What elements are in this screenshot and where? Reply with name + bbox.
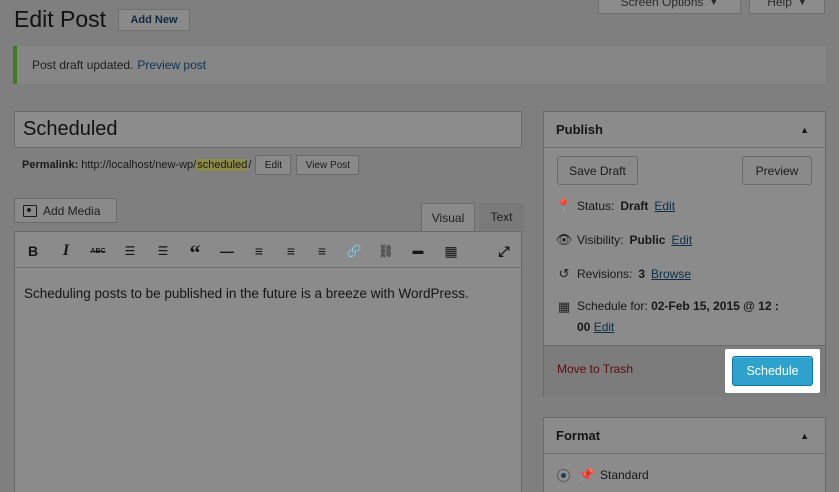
tab-visual[interactable]: Visual bbox=[421, 203, 475, 231]
visibility-value: Public bbox=[629, 233, 666, 247]
publish-box-title: Publish bbox=[556, 122, 603, 137]
screen-options-label: Screen Options bbox=[620, 0, 704, 9]
visibility-row: 👁 Visibility: Public Edit bbox=[555, 232, 692, 248]
notice-text: Post draft updated. bbox=[32, 58, 134, 72]
tab-text[interactable]: Text bbox=[479, 203, 524, 231]
edit-permalink-button[interactable]: Edit bbox=[255, 155, 292, 175]
schedule-label: Schedule for: bbox=[577, 299, 648, 313]
permalink-slug[interactable]: scheduled bbox=[196, 159, 249, 171]
numbered-list-icon[interactable]: ☰ bbox=[154, 242, 172, 260]
revisions-label: Revisions: bbox=[577, 267, 633, 281]
revisions-value: 3 bbox=[638, 267, 646, 281]
format-standard-option[interactable]: 📌 Standard bbox=[557, 467, 649, 483]
preview-button[interactable]: Preview bbox=[742, 156, 812, 185]
view-post-button[interactable]: View Post bbox=[296, 155, 360, 175]
update-notice: Post draft updated. Preview post bbox=[13, 46, 826, 84]
schedule-value-line2: 00 bbox=[577, 320, 591, 334]
strikethrough-icon[interactable]: ABC bbox=[89, 242, 107, 260]
screen-options-tab[interactable]: Screen Options ▼ bbox=[598, 0, 741, 14]
publish-box-header[interactable]: Publish ▲ bbox=[544, 112, 825, 148]
browse-revisions-link[interactable]: Browse bbox=[651, 267, 691, 281]
visibility-label: Visibility: bbox=[577, 233, 624, 247]
status-row: 📍 Status: Draft Edit bbox=[555, 198, 675, 214]
revisions-row: ↺ Revisions: 3 Browse bbox=[557, 266, 692, 282]
collapse-icon[interactable]: ▲ bbox=[800, 431, 809, 441]
italic-icon[interactable]: I bbox=[57, 242, 75, 260]
horizontal-line-icon[interactable]: — bbox=[218, 242, 236, 260]
calendar-icon: ▦ bbox=[557, 299, 571, 314]
help-label: Help bbox=[767, 0, 792, 9]
permalink-base[interactable]: http://localhost/new-wp/ bbox=[81, 159, 196, 171]
history-icon: ↺ bbox=[558, 266, 570, 281]
schedule-row: ▦ Schedule for: 02-Feb 15, 2015 @ 12 : 0… bbox=[557, 299, 779, 338]
preview-post-link[interactable]: Preview post bbox=[137, 58, 206, 72]
schedule-text: Schedule for: 02-Feb 15, 2015 @ 12 : 00 … bbox=[577, 296, 779, 338]
editor-content[interactable]: Scheduling posts to be published in the … bbox=[24, 282, 504, 305]
remove-link-icon[interactable]: ⛓ bbox=[377, 242, 395, 260]
chevron-down-icon: ▼ bbox=[797, 0, 807, 7]
move-to-trash-link[interactable]: Move to Trash bbox=[557, 362, 633, 376]
format-box-header[interactable]: Format ▲ bbox=[544, 418, 825, 454]
status-value: Draft bbox=[620, 199, 649, 213]
eye-icon: 👁 bbox=[555, 232, 573, 247]
add-media-button[interactable]: Add Media bbox=[14, 198, 117, 223]
add-media-label: Add Media bbox=[43, 203, 101, 218]
media-icon bbox=[23, 204, 37, 217]
pin-icon: 📌 bbox=[578, 467, 596, 482]
insert-link-icon[interactable]: 🔗 bbox=[345, 242, 363, 260]
bullet-list-icon[interactable]: ☰ bbox=[121, 242, 139, 260]
status-label: Status: bbox=[577, 199, 615, 213]
align-right-icon[interactable]: ≡ bbox=[313, 242, 331, 260]
permalink-label: Permalink: bbox=[22, 159, 79, 171]
bold-icon[interactable]: B bbox=[24, 242, 42, 260]
align-left-icon[interactable]: ≡ bbox=[250, 242, 268, 260]
post-editor[interactable]: B I ABC ☰ ☰ “ — ≡ ≡ ≡ 🔗 ⛓ ▬ ▦ ⤢ Scheduli… bbox=[14, 231, 522, 492]
toolbar-toggle-icon[interactable]: ▦ bbox=[442, 242, 460, 260]
collapse-icon[interactable]: ▲ bbox=[800, 125, 809, 135]
schedule-button[interactable]: Schedule bbox=[732, 356, 813, 386]
schedule-value-line1: 02-Feb 15, 2015 @ 12 : bbox=[651, 299, 779, 313]
help-tab[interactable]: Help ▼ bbox=[749, 0, 825, 14]
add-new-button[interactable]: Add New bbox=[118, 9, 190, 31]
fullscreen-icon[interactable]: ⤢ bbox=[495, 242, 513, 260]
permalink-end: / bbox=[248, 159, 252, 171]
read-more-icon[interactable]: ▬ bbox=[409, 242, 427, 260]
post-title-input[interactable]: Scheduled bbox=[14, 111, 522, 148]
page-title: Edit Post bbox=[14, 6, 107, 32]
edit-schedule-link[interactable]: Edit bbox=[594, 320, 615, 334]
save-draft-button[interactable]: Save Draft bbox=[557, 156, 638, 185]
edit-visibility-link[interactable]: Edit bbox=[671, 233, 692, 247]
permalink-row: Permalink: http://localhost/new-wp/sched… bbox=[22, 155, 360, 175]
align-center-icon[interactable]: ≡ bbox=[282, 242, 300, 260]
editor-toolbar: B I ABC ☰ ☰ “ — ≡ ≡ ≡ 🔗 ⛓ ▬ ▦ ⤢ bbox=[15, 232, 521, 268]
format-box-title: Format bbox=[556, 428, 601, 443]
chevron-down-icon: ▼ bbox=[709, 0, 719, 7]
format-standard-label: Standard bbox=[600, 468, 649, 482]
pin-icon: 📍 bbox=[555, 198, 573, 213]
edit-status-link[interactable]: Edit bbox=[654, 199, 675, 213]
format-standard-radio[interactable] bbox=[557, 468, 570, 482]
blockquote-icon[interactable]: “ bbox=[186, 240, 204, 265]
